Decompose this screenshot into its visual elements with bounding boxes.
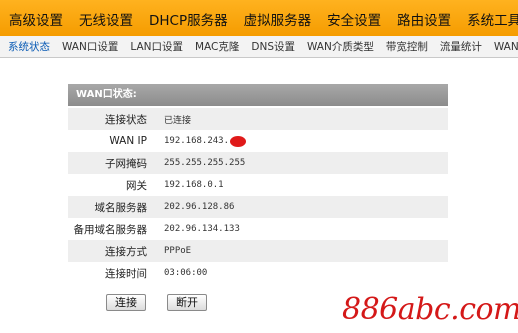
row-value: PPPoE bbox=[164, 246, 192, 256]
row-value: 202.96.128.86 bbox=[164, 202, 235, 212]
row-label: WAN IP bbox=[109, 135, 147, 147]
watermark: 886abc.com bbox=[342, 292, 518, 327]
wan-status-header: WAN口状态: bbox=[68, 84, 448, 106]
row-label: 连接方式 bbox=[105, 245, 147, 258]
status-row-gateway: 网关 192.168.0.1 bbox=[68, 174, 448, 196]
sub-nav-wan-settings[interactable]: WAN口设置 bbox=[62, 39, 118, 54]
row-value: 202.96.134.133 bbox=[164, 224, 240, 234]
row-label: 连接时间 bbox=[105, 267, 147, 280]
row-label: 连接状态 bbox=[105, 113, 147, 126]
row-value: 已连接 bbox=[164, 115, 192, 126]
top-nav-wireless[interactable]: 无线设置 bbox=[79, 8, 133, 29]
action-buttons: 连接 断开 bbox=[106, 294, 228, 311]
row-value: 192.168.243. bbox=[164, 136, 230, 146]
sub-nav-lan-settings[interactable]: LAN口设置 bbox=[130, 39, 183, 54]
sub-nav-mac-clone[interactable]: MAC克隆 bbox=[195, 39, 239, 54]
top-nav-system-tools[interactable]: 系统工具 bbox=[467, 8, 518, 29]
top-nav-dhcp[interactable]: DHCP服务器 bbox=[149, 8, 228, 29]
top-nav: 高级设置 无线设置 DHCP服务器 虚拟服务器 安全设置 路由设置 系统工具 bbox=[0, 0, 518, 37]
row-label: 子网掩码 bbox=[105, 157, 147, 170]
status-row-connection-type: 连接方式 PPPoE bbox=[68, 240, 448, 262]
row-label: 网关 bbox=[126, 179, 147, 192]
row-value: 03:06:00 bbox=[164, 268, 208, 278]
sub-nav-system-status[interactable]: 系统状态 bbox=[8, 39, 50, 54]
sub-nav-bandwidth-control[interactable]: 带宽控制 bbox=[386, 39, 428, 54]
status-row-connection: 连接状态 已连接 bbox=[68, 108, 448, 130]
status-row-subnet-mask: 子网掩码 255.255.255.255 bbox=[68, 152, 448, 174]
row-label: 域名服务器 bbox=[94, 201, 148, 214]
connect-button[interactable]: 连接 bbox=[106, 294, 146, 311]
sub-nav-wan-speed[interactable]: WAN速率 bbox=[494, 39, 518, 54]
wan-status-table: 连接状态 已连接 WAN IP 192.168.243. 子网掩码 255.25… bbox=[68, 108, 448, 284]
row-label: 备用域名服务器 bbox=[73, 223, 148, 236]
row-value: 192.168.0.1 bbox=[164, 180, 224, 190]
sub-nav: 系统状态 WAN口设置 LAN口设置 MAC克隆 DNS设置 WAN介质类型 带… bbox=[0, 36, 518, 58]
status-row-wan-ip: WAN IP 192.168.243. bbox=[68, 130, 448, 152]
sub-nav-traffic-stats[interactable]: 流量统计 bbox=[440, 39, 482, 54]
status-row-connection-time: 连接时间 03:06:00 bbox=[68, 262, 448, 284]
top-nav-virtual-server[interactable]: 虚拟服务器 bbox=[244, 8, 312, 29]
row-value-wrap: 192.168.243. bbox=[164, 135, 247, 147]
row-value: 255.255.255.255 bbox=[164, 158, 246, 168]
top-nav-security[interactable]: 安全设置 bbox=[327, 8, 381, 29]
status-row-dns: 域名服务器 202.96.128.86 bbox=[68, 196, 448, 218]
top-nav-advanced[interactable]: 高级设置 bbox=[9, 8, 63, 29]
status-row-backup-dns: 备用域名服务器 202.96.134.133 bbox=[68, 218, 448, 240]
sub-nav-wan-media-type[interactable]: WAN介质类型 bbox=[307, 39, 374, 54]
disconnect-button[interactable]: 断开 bbox=[167, 294, 207, 311]
top-nav-routing[interactable]: 路由设置 bbox=[397, 8, 451, 29]
redaction-mark bbox=[230, 135, 247, 147]
sub-nav-dns-settings[interactable]: DNS设置 bbox=[251, 39, 295, 54]
